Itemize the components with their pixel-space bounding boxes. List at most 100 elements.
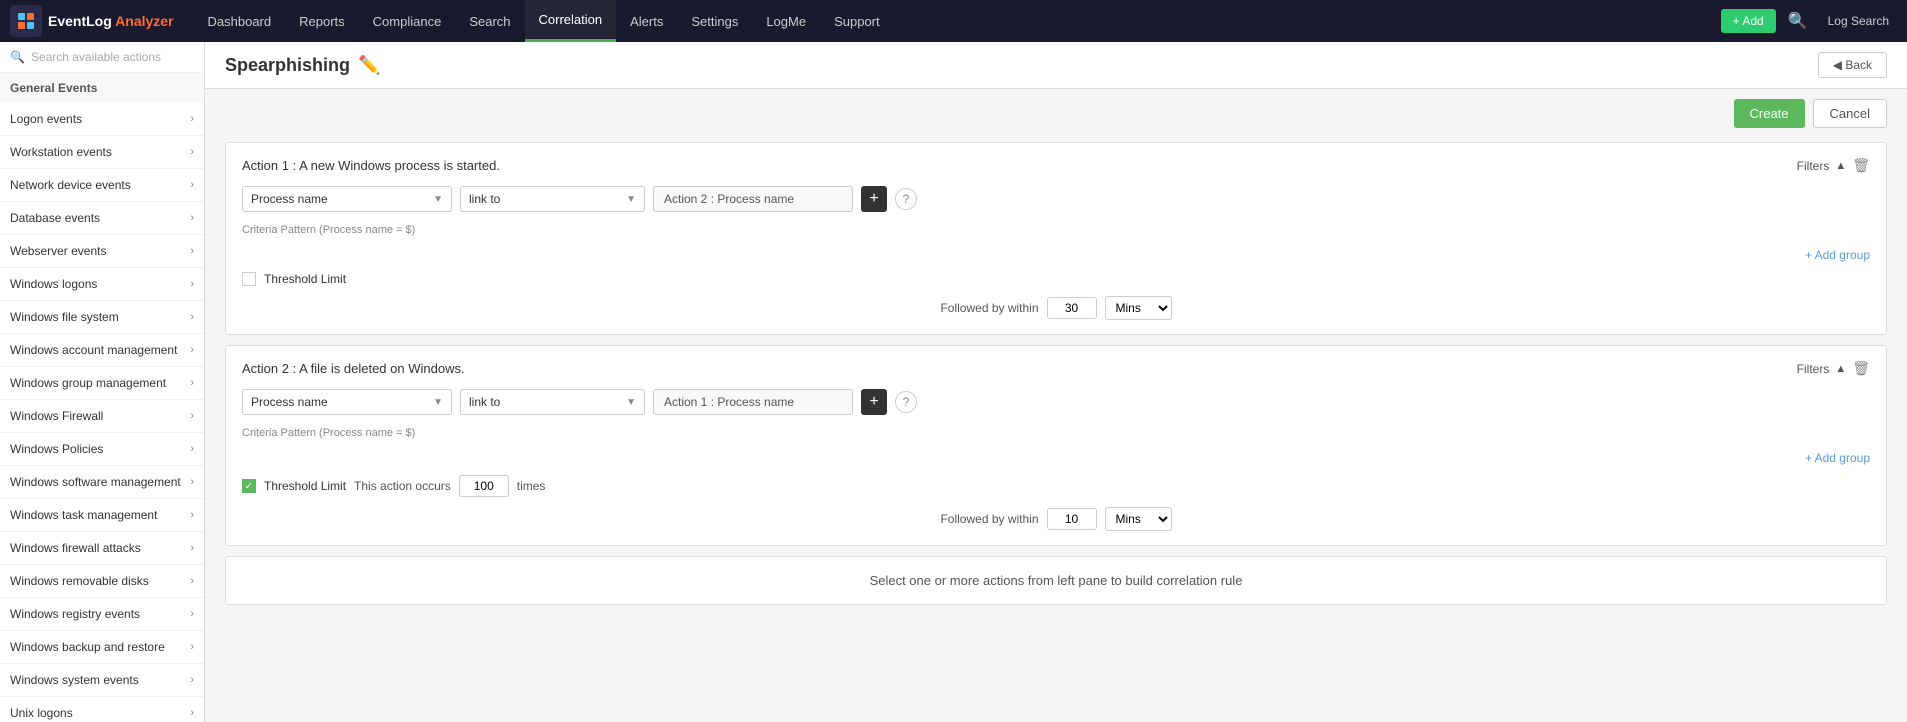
- tab-alerts[interactable]: Alerts: [616, 0, 677, 42]
- sidebar-item-workstation[interactable]: Workstation events ›: [0, 136, 204, 169]
- sidebar-item-unix-logons[interactable]: Unix logons ›: [0, 697, 204, 722]
- sidebar-item-label: Windows account management: [10, 343, 177, 357]
- header-actions: ◀ Back: [1818, 52, 1887, 78]
- sidebar-item-win-logons[interactable]: Windows logons ›: [0, 268, 204, 301]
- delete-action2-icon[interactable]: 🗑: [1852, 360, 1870, 377]
- add-condition-button[interactable]: +: [861, 186, 887, 212]
- tab-compliance[interactable]: Compliance: [359, 0, 456, 42]
- sidebar-item-win-policies[interactable]: Windows Policies ›: [0, 433, 204, 466]
- top-navbar: EventLog Analyzer Dashboard Reports Comp…: [0, 0, 1907, 42]
- action2-threshold-label: Threshold Limit: [264, 479, 346, 493]
- action2-mins-select[interactable]: Mins Hours Secs: [1105, 507, 1172, 531]
- navbar-right: + Add 🔍 Log Search: [1721, 7, 1897, 35]
- sidebar-item-label: Database events: [10, 211, 100, 225]
- sidebar-item-label: Windows task management: [10, 508, 157, 522]
- action2-field2-select[interactable]: link to ▼: [460, 389, 645, 415]
- search-icon[interactable]: 🔍: [1784, 7, 1812, 35]
- sidebar-item-label: Windows removable disks: [10, 574, 149, 588]
- action1-threshold-label: Threshold Limit: [264, 272, 346, 286]
- cancel-button[interactable]: Cancel: [1813, 99, 1887, 128]
- chevron-right-icon: ›: [190, 212, 194, 224]
- bottom-info: Select one or more actions from left pan…: [225, 556, 1887, 605]
- action2-header: Action 2 : A file is deleted on Windows.…: [242, 360, 1870, 377]
- back-button[interactable]: ◀ Back: [1818, 52, 1887, 78]
- sidebar-item-win-firewall[interactable]: Windows Firewall ›: [0, 400, 204, 433]
- action1-followed-input[interactable]: [1047, 297, 1097, 319]
- delete-action1-icon[interactable]: 🗑: [1852, 157, 1870, 174]
- sidebar-item-database[interactable]: Database events ›: [0, 202, 204, 235]
- action2-add-group[interactable]: + Add group: [242, 449, 1870, 467]
- dropdown-icon: ▼: [626, 397, 636, 408]
- sidebar-item-win-system[interactable]: Windows system events ›: [0, 664, 204, 697]
- action1-followed-by-label: Followed by within: [940, 301, 1038, 315]
- sidebar-item-win-registry[interactable]: Windows registry events ›: [0, 598, 204, 631]
- create-button[interactable]: Create: [1734, 99, 1805, 128]
- chevron-up-icon: ▲: [1835, 363, 1846, 375]
- action1-criteria-row: Process name ▼ link to ▼ Action 2 : Proc…: [242, 186, 1870, 212]
- action1-field3-linked: Action 2 : Process name: [653, 186, 853, 212]
- action1-add-group[interactable]: + Add group: [242, 246, 1870, 264]
- action1-threshold-row: Threshold Limit: [242, 272, 1870, 286]
- tab-dashboard[interactable]: Dashboard: [194, 0, 286, 42]
- chevron-right-icon: ›: [190, 542, 194, 554]
- add-condition-button[interactable]: +: [861, 389, 887, 415]
- sidebar-item-label: Windows backup and restore: [10, 640, 165, 654]
- sidebar-item-win-removable[interactable]: Windows removable disks ›: [0, 565, 204, 598]
- tab-correlation[interactable]: Correlation: [525, 0, 617, 42]
- search-placeholder: Search available actions: [31, 50, 161, 64]
- chevron-right-icon: ›: [190, 443, 194, 455]
- action1-field2-select[interactable]: link to ▼: [460, 186, 645, 212]
- tab-search[interactable]: Search: [455, 0, 524, 42]
- sidebar-item-win-filesystem[interactable]: Windows file system ›: [0, 301, 204, 334]
- content-header: Spearphishing ✏️ ◀ Back: [205, 42, 1907, 89]
- chevron-right-icon: ›: [190, 146, 194, 158]
- action1-field1-select[interactable]: Process name ▼: [242, 186, 452, 212]
- sidebar-item-label: Network device events: [10, 178, 131, 192]
- action1-title: Action 1 : A new Windows process is star…: [242, 158, 500, 173]
- top-actions-row: Create Cancel: [225, 99, 1887, 128]
- sidebar-item-win-backup[interactable]: Windows backup and restore ›: [0, 631, 204, 664]
- action1-mins-select[interactable]: Mins Hours Secs: [1105, 296, 1172, 320]
- chevron-right-icon: ›: [190, 311, 194, 323]
- logo-icon: [10, 5, 42, 37]
- sidebar-item-win-task[interactable]: Windows task management ›: [0, 499, 204, 532]
- action2-threshold-checkbox[interactable]: ✓: [242, 479, 256, 493]
- brand-text: EventLog Analyzer: [48, 13, 174, 29]
- sidebar-item-win-software[interactable]: Windows software management ›: [0, 466, 204, 499]
- action2-block: Action 2 : A file is deleted on Windows.…: [225, 345, 1887, 546]
- tab-logme[interactable]: LogMe: [752, 0, 820, 42]
- action1-block: Action 1 : A new Windows process is star…: [225, 142, 1887, 335]
- chevron-right-icon: ›: [190, 113, 194, 125]
- edit-icon[interactable]: ✏️: [358, 55, 380, 76]
- chevron-right-icon: ›: [190, 245, 194, 257]
- sidebar-item-label: Windows Policies: [10, 442, 103, 456]
- sidebar-item-win-firewall-attacks[interactable]: Windows firewall attacks ›: [0, 532, 204, 565]
- sidebar-item-logon[interactable]: Logon events ›: [0, 103, 204, 136]
- tab-reports[interactable]: Reports: [285, 0, 359, 42]
- action2-threshold-times: times: [517, 479, 546, 493]
- help-icon[interactable]: ?: [895, 188, 917, 210]
- add-button[interactable]: + Add: [1721, 9, 1776, 33]
- sidebar-item-label: Windows group management: [10, 376, 166, 390]
- action2-followed-input[interactable]: [1047, 508, 1097, 530]
- sidebar-item-webserver[interactable]: Webserver events ›: [0, 235, 204, 268]
- sidebar-item-label: Windows firewall attacks: [10, 541, 141, 555]
- action2-field1-select[interactable]: Process name ▼: [242, 389, 452, 415]
- sidebar-item-win-account[interactable]: Windows account management ›: [0, 334, 204, 367]
- chevron-right-icon: ›: [190, 278, 194, 290]
- tab-settings[interactable]: Settings: [677, 0, 752, 42]
- search-icon: 🔍: [10, 50, 25, 64]
- action1-header: Action 1 : A new Windows process is star…: [242, 157, 1870, 174]
- log-search-button[interactable]: Log Search: [1820, 10, 1897, 32]
- action1-threshold-checkbox[interactable]: [242, 272, 256, 286]
- sidebar-item-label: Logon events: [10, 112, 82, 126]
- dropdown-icon: ▼: [433, 194, 443, 205]
- tab-support[interactable]: Support: [820, 0, 894, 42]
- help-icon[interactable]: ?: [895, 391, 917, 413]
- action2-threshold-count[interactable]: [459, 475, 509, 497]
- sidebar-item-network[interactable]: Network device events ›: [0, 169, 204, 202]
- chevron-right-icon: ›: [190, 674, 194, 686]
- chevron-right-icon: ›: [190, 509, 194, 521]
- sidebar-item-label: Windows registry events: [10, 607, 140, 621]
- sidebar-item-win-group[interactable]: Windows group management ›: [0, 367, 204, 400]
